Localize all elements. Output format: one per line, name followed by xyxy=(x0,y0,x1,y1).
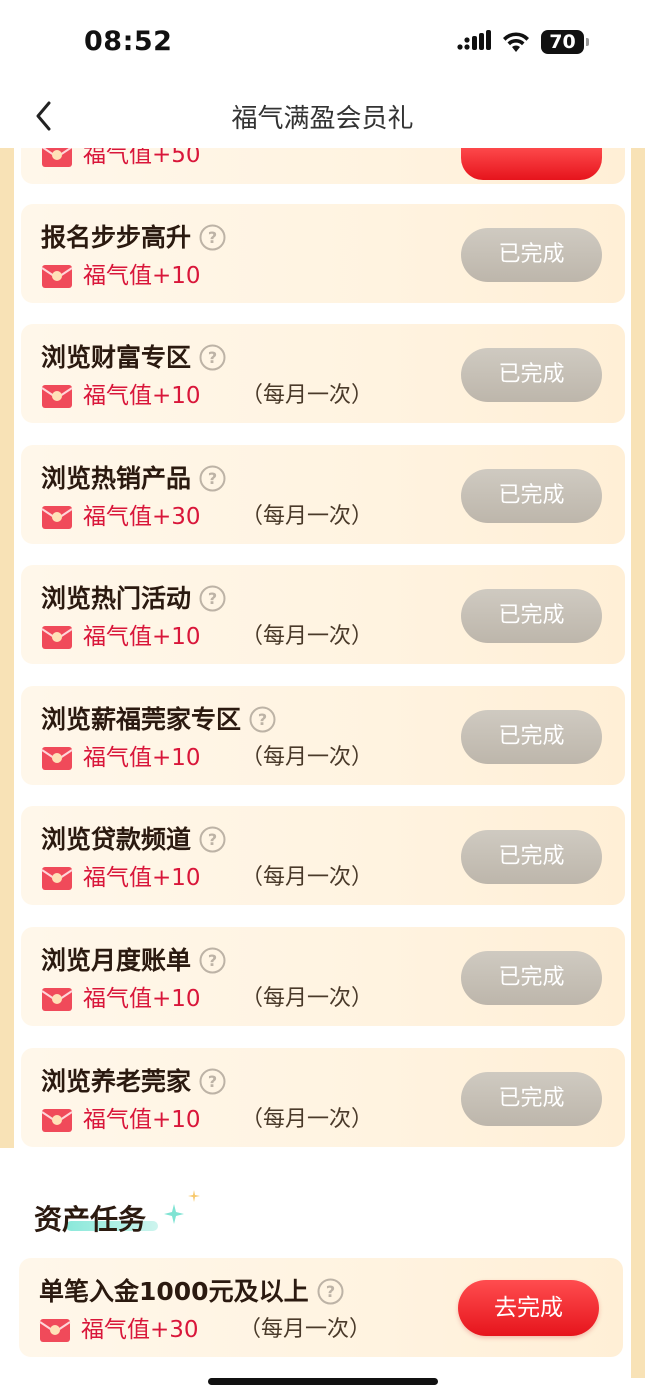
svg-text:?: ? xyxy=(208,348,217,367)
battery-icon: 70 xyxy=(541,30,589,54)
red-envelope-icon xyxy=(41,626,73,649)
sparkle-icon xyxy=(164,1190,200,1224)
red-envelope-icon xyxy=(41,506,73,529)
reward-text: 福气值+10 xyxy=(83,624,201,650)
help-icon[interactable]: ? xyxy=(317,1278,344,1305)
task-card: 浏览月度账单? 福气值+10 （每月一次） 已完成 xyxy=(21,927,625,1026)
task-card: 浏览养老莞家? 福气值+10 （每月一次） 已完成 xyxy=(21,1048,625,1147)
task-name: 浏览热门活动? xyxy=(41,579,226,615)
red-envelope-icon xyxy=(41,148,73,167)
right-border-decoration xyxy=(631,148,645,1378)
help-icon[interactable]: ? xyxy=(199,344,226,371)
help-icon[interactable]: ? xyxy=(199,465,226,492)
task-card: 单笔入金1000元及以上? 福气值+30 （每月一次） 去完成 xyxy=(19,1258,623,1357)
frequency-text: （每月一次） xyxy=(241,504,374,529)
status-bar: 08:52 70 xyxy=(0,0,645,90)
frequency-text: （每月一次） xyxy=(241,1107,374,1132)
red-envelope-icon xyxy=(41,867,73,890)
task-name: 浏览养老莞家? xyxy=(41,1062,226,1098)
help-icon[interactable]: ? xyxy=(199,947,226,974)
reward-text: 福气值+30 xyxy=(81,1317,199,1343)
task-name: 浏览月度账单? xyxy=(41,941,226,977)
red-envelope-icon xyxy=(41,385,73,408)
svg-text:?: ? xyxy=(325,1282,334,1301)
cellular-signal-icon xyxy=(457,30,491,50)
help-icon[interactable]: ? xyxy=(199,826,226,853)
red-envelope-icon xyxy=(39,1319,71,1342)
completed-button[interactable]: 已完成 xyxy=(461,830,602,884)
reward-text: 福气值+10 xyxy=(83,383,201,409)
frequency-text: （每月一次） xyxy=(239,1317,372,1342)
red-envelope-icon xyxy=(41,265,73,288)
help-icon[interactable]: ? xyxy=(199,224,226,251)
task-name: 单笔入金1000元及以上? xyxy=(39,1272,344,1308)
home-indicator[interactable] xyxy=(208,1378,438,1385)
task-name: 报名步步高升? xyxy=(41,218,226,254)
completed-button[interactable]: 已完成 xyxy=(461,951,602,1005)
frequency-text: （每月一次） xyxy=(241,865,374,890)
completed-button[interactable]: 已完成 xyxy=(461,589,602,643)
frequency-text: （每月一次） xyxy=(241,745,374,770)
task-card: 报名步步高升? 福气值+10 已完成 xyxy=(21,204,625,303)
help-icon[interactable]: ? xyxy=(199,585,226,612)
red-envelope-icon xyxy=(41,988,73,1011)
task-card: 浏览财富专区? 福气值+10 （每月一次） 已完成 xyxy=(21,324,625,423)
task-card: 浏览热销产品? 福气值+30 （每月一次） 已完成 xyxy=(21,445,625,544)
nav-bar: 福气满盈会员礼 xyxy=(0,90,645,148)
left-border-decoration xyxy=(0,148,14,1148)
completed-button[interactable]: 已完成 xyxy=(461,469,602,523)
reward-text: 福气值+10 xyxy=(83,1107,201,1133)
frequency-text: （每月一次） xyxy=(241,383,374,408)
completed-button[interactable]: 已完成 xyxy=(461,228,602,282)
svg-text:?: ? xyxy=(208,228,217,247)
wifi-icon xyxy=(503,32,529,52)
task-card: 浏览热门活动? 福气值+10 （每月一次） 已完成 xyxy=(21,565,625,664)
red-envelope-icon xyxy=(41,747,73,770)
task-card: 浏览薪福莞家专区? 福气值+10 （每月一次） 已完成 xyxy=(21,686,625,785)
svg-text:?: ? xyxy=(208,1072,217,1091)
frequency-text: （每月一次） xyxy=(241,624,374,649)
reward-text: 福气值+50 xyxy=(83,148,201,168)
svg-text:?: ? xyxy=(208,589,217,608)
reward-text: 福气值+10 xyxy=(83,745,201,771)
task-card-partial: 福气值+50 xyxy=(21,148,625,184)
go-complete-button[interactable]: 去完成 xyxy=(458,1280,599,1336)
reward-text: 福气值+10 xyxy=(83,263,201,289)
svg-text:?: ? xyxy=(208,951,217,970)
task-card: 浏览贷款频道? 福气值+10 （每月一次） 已完成 xyxy=(21,806,625,905)
completed-button[interactable]: 已完成 xyxy=(461,710,602,764)
svg-text:?: ? xyxy=(208,469,217,488)
reward-text: 福气值+10 xyxy=(83,865,201,891)
task-list-area[interactable]: 福气值+50 报名步步高升? 福气值+10 已完成 浏览财富专区? 福气值+10 xyxy=(0,148,645,1398)
status-time: 08:52 xyxy=(84,26,173,57)
task-name: 浏览热销产品? xyxy=(41,459,226,495)
completed-button[interactable]: 已完成 xyxy=(461,348,602,402)
reward-text: 福气值+30 xyxy=(83,504,201,530)
partial-action-button[interactable] xyxy=(461,148,602,180)
frequency-text: （每月一次） xyxy=(241,986,374,1011)
task-name: 浏览财富专区? xyxy=(41,338,226,374)
red-envelope-icon xyxy=(41,1109,73,1132)
task-name: 浏览薪福莞家专区? xyxy=(41,700,276,736)
help-icon[interactable]: ? xyxy=(199,1068,226,1095)
page-title: 福气满盈会员礼 xyxy=(231,104,414,134)
svg-text:?: ? xyxy=(258,710,267,729)
section-title: 资产任务 xyxy=(34,1203,147,1236)
svg-text:?: ? xyxy=(208,830,217,849)
reward-text: 福气值+10 xyxy=(83,986,201,1012)
battery-level: 70 xyxy=(549,31,576,53)
help-icon[interactable]: ? xyxy=(249,706,276,733)
completed-button[interactable]: 已完成 xyxy=(461,1072,602,1126)
task-name: 浏览贷款频道? xyxy=(41,820,226,856)
